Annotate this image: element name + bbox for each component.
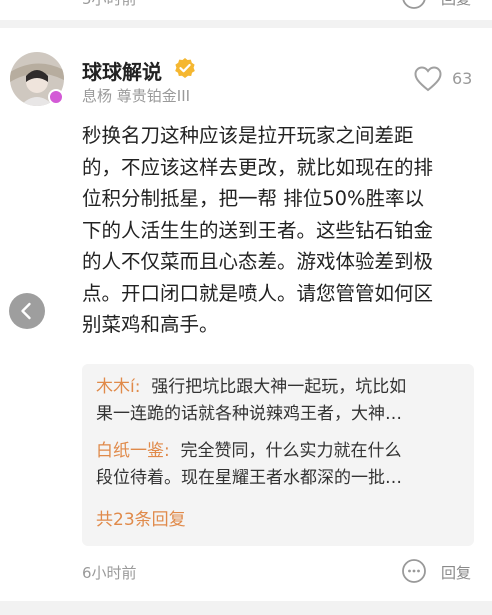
content-line: 别菜鸡和高手。 — [82, 313, 219, 336]
verified-badge-icon — [175, 58, 195, 78]
previous-comment-time: 5小时前 — [82, 0, 137, 9]
reply-author[interactable]: 木木í: — [96, 377, 140, 397]
reply-text-continued: 果一连跪的话就各种说辣鸡王者，大神… — [96, 404, 402, 424]
comment-content: 秒换名刀这种应该是拉开玩家之间差距 的，不应该这样去更改，就比如现在的排 位积分… — [82, 120, 478, 341]
reply-item[interactable]: 白纸一鉴: 完全赞同，什么实力就在什么 — [96, 438, 402, 465]
avatar-badge — [48, 89, 64, 105]
comment-bubble-icon[interactable] — [401, 558, 427, 584]
comment-time: 6小时前 — [82, 564, 137, 582]
previous-comment-footer: 5小时前 回复 — [0, 0, 492, 10]
user-meta: 息杨 尊贵铂金III — [82, 87, 191, 105]
heart-icon[interactable] — [414, 66, 442, 92]
comment-bubble-icon[interactable] — [401, 0, 427, 10]
reply-text: 完全赞同，什么实力就在什么 — [180, 441, 402, 461]
reply-author[interactable]: 白纸一鉴: — [96, 441, 170, 461]
replies-panel: 木木í: 强行把坑比跟大神一起玩，坑比如 果一连跪的话就各种说辣鸡王者，大神… … — [82, 364, 474, 546]
like-count: 63 — [452, 69, 473, 88]
content-line: 的，不应该这样去更改，就比如现在的排 — [82, 155, 434, 179]
reply-button[interactable]: 回复 — [441, 562, 471, 583]
section-divider — [0, 20, 492, 28]
content-line: 位积分制抵星，把一帮 排位50%胜率以 — [82, 187, 425, 210]
previous-reply-button[interactable]: 回复 — [441, 0, 471, 9]
back-button[interactable] — [9, 293, 45, 329]
content-line: 的人不仅菜而且心态差。游戏体验差到极 — [82, 250, 434, 273]
reply-text-continued: 段位待着。现在星耀王者水都深的一批… — [96, 468, 402, 488]
view-all-replies-link[interactable]: 共23条回复 — [96, 505, 186, 530]
content-line: 点。开口闭口就是喷人。请您管管如何区 — [82, 281, 434, 305]
reply-text: 强行把坑比跟大神一起玩，坑比如 — [151, 377, 407, 397]
content-line: 秒换名刀这种应该是拉开玩家之间差距 — [82, 124, 414, 147]
chevron-left-icon — [21, 302, 31, 320]
username[interactable]: 球球解说 — [82, 56, 162, 85]
section-divider — [0, 601, 492, 615]
reply-item[interactable]: 木木í: 强行把坑比跟大神一起玩，坑比如 — [96, 374, 406, 401]
content-line: 下的人活生生的送到王者。这些钻石铂金 — [82, 218, 434, 242]
